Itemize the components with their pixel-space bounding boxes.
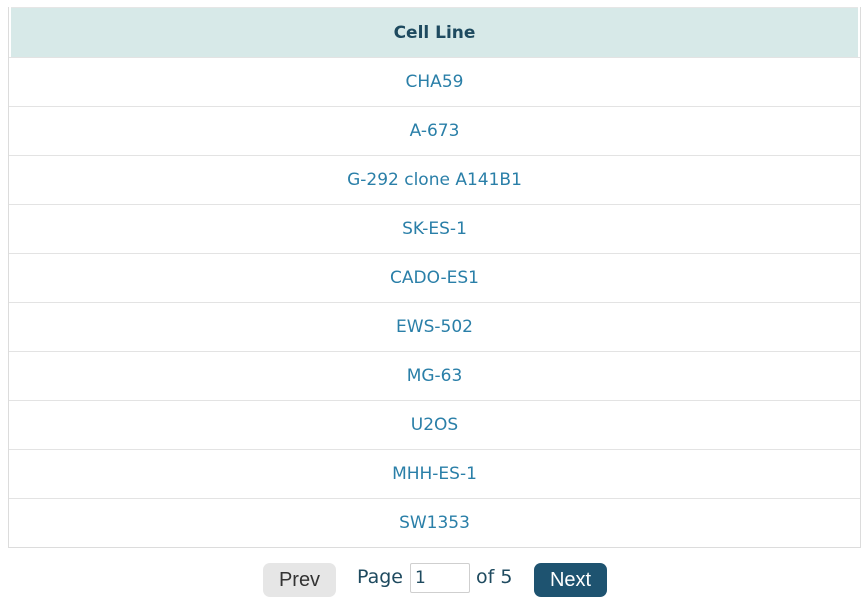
table-row[interactable]: EWS-502 xyxy=(9,302,860,351)
table-row[interactable]: SK-ES-1 xyxy=(9,204,860,253)
cell-line-table: Cell Line CHA59 A-673 G-292 clone A141B1… xyxy=(8,7,861,548)
table-row[interactable]: CHA59 xyxy=(9,57,860,106)
table-row[interactable]: A-673 xyxy=(9,106,860,155)
prev-button[interactable]: Prev xyxy=(263,563,336,597)
table-row[interactable]: SW1353 xyxy=(9,498,860,547)
table-row[interactable]: CADO-ES1 xyxy=(9,253,860,302)
table-row[interactable]: MHH-ES-1 xyxy=(9,449,860,498)
next-button[interactable]: Next xyxy=(534,563,607,597)
column-header-cell-line[interactable]: Cell Line xyxy=(11,7,858,57)
page-number-input[interactable] xyxy=(410,563,470,593)
table-row[interactable]: MG-63 xyxy=(9,351,860,400)
table-row[interactable]: U2OS xyxy=(9,400,860,449)
pagination-bar: Prev Page of 5 Next xyxy=(0,561,866,597)
page-label: Page xyxy=(357,566,403,588)
total-pages-label: of 5 xyxy=(476,566,513,588)
table-row[interactable]: G-292 clone A141B1 xyxy=(9,155,860,204)
